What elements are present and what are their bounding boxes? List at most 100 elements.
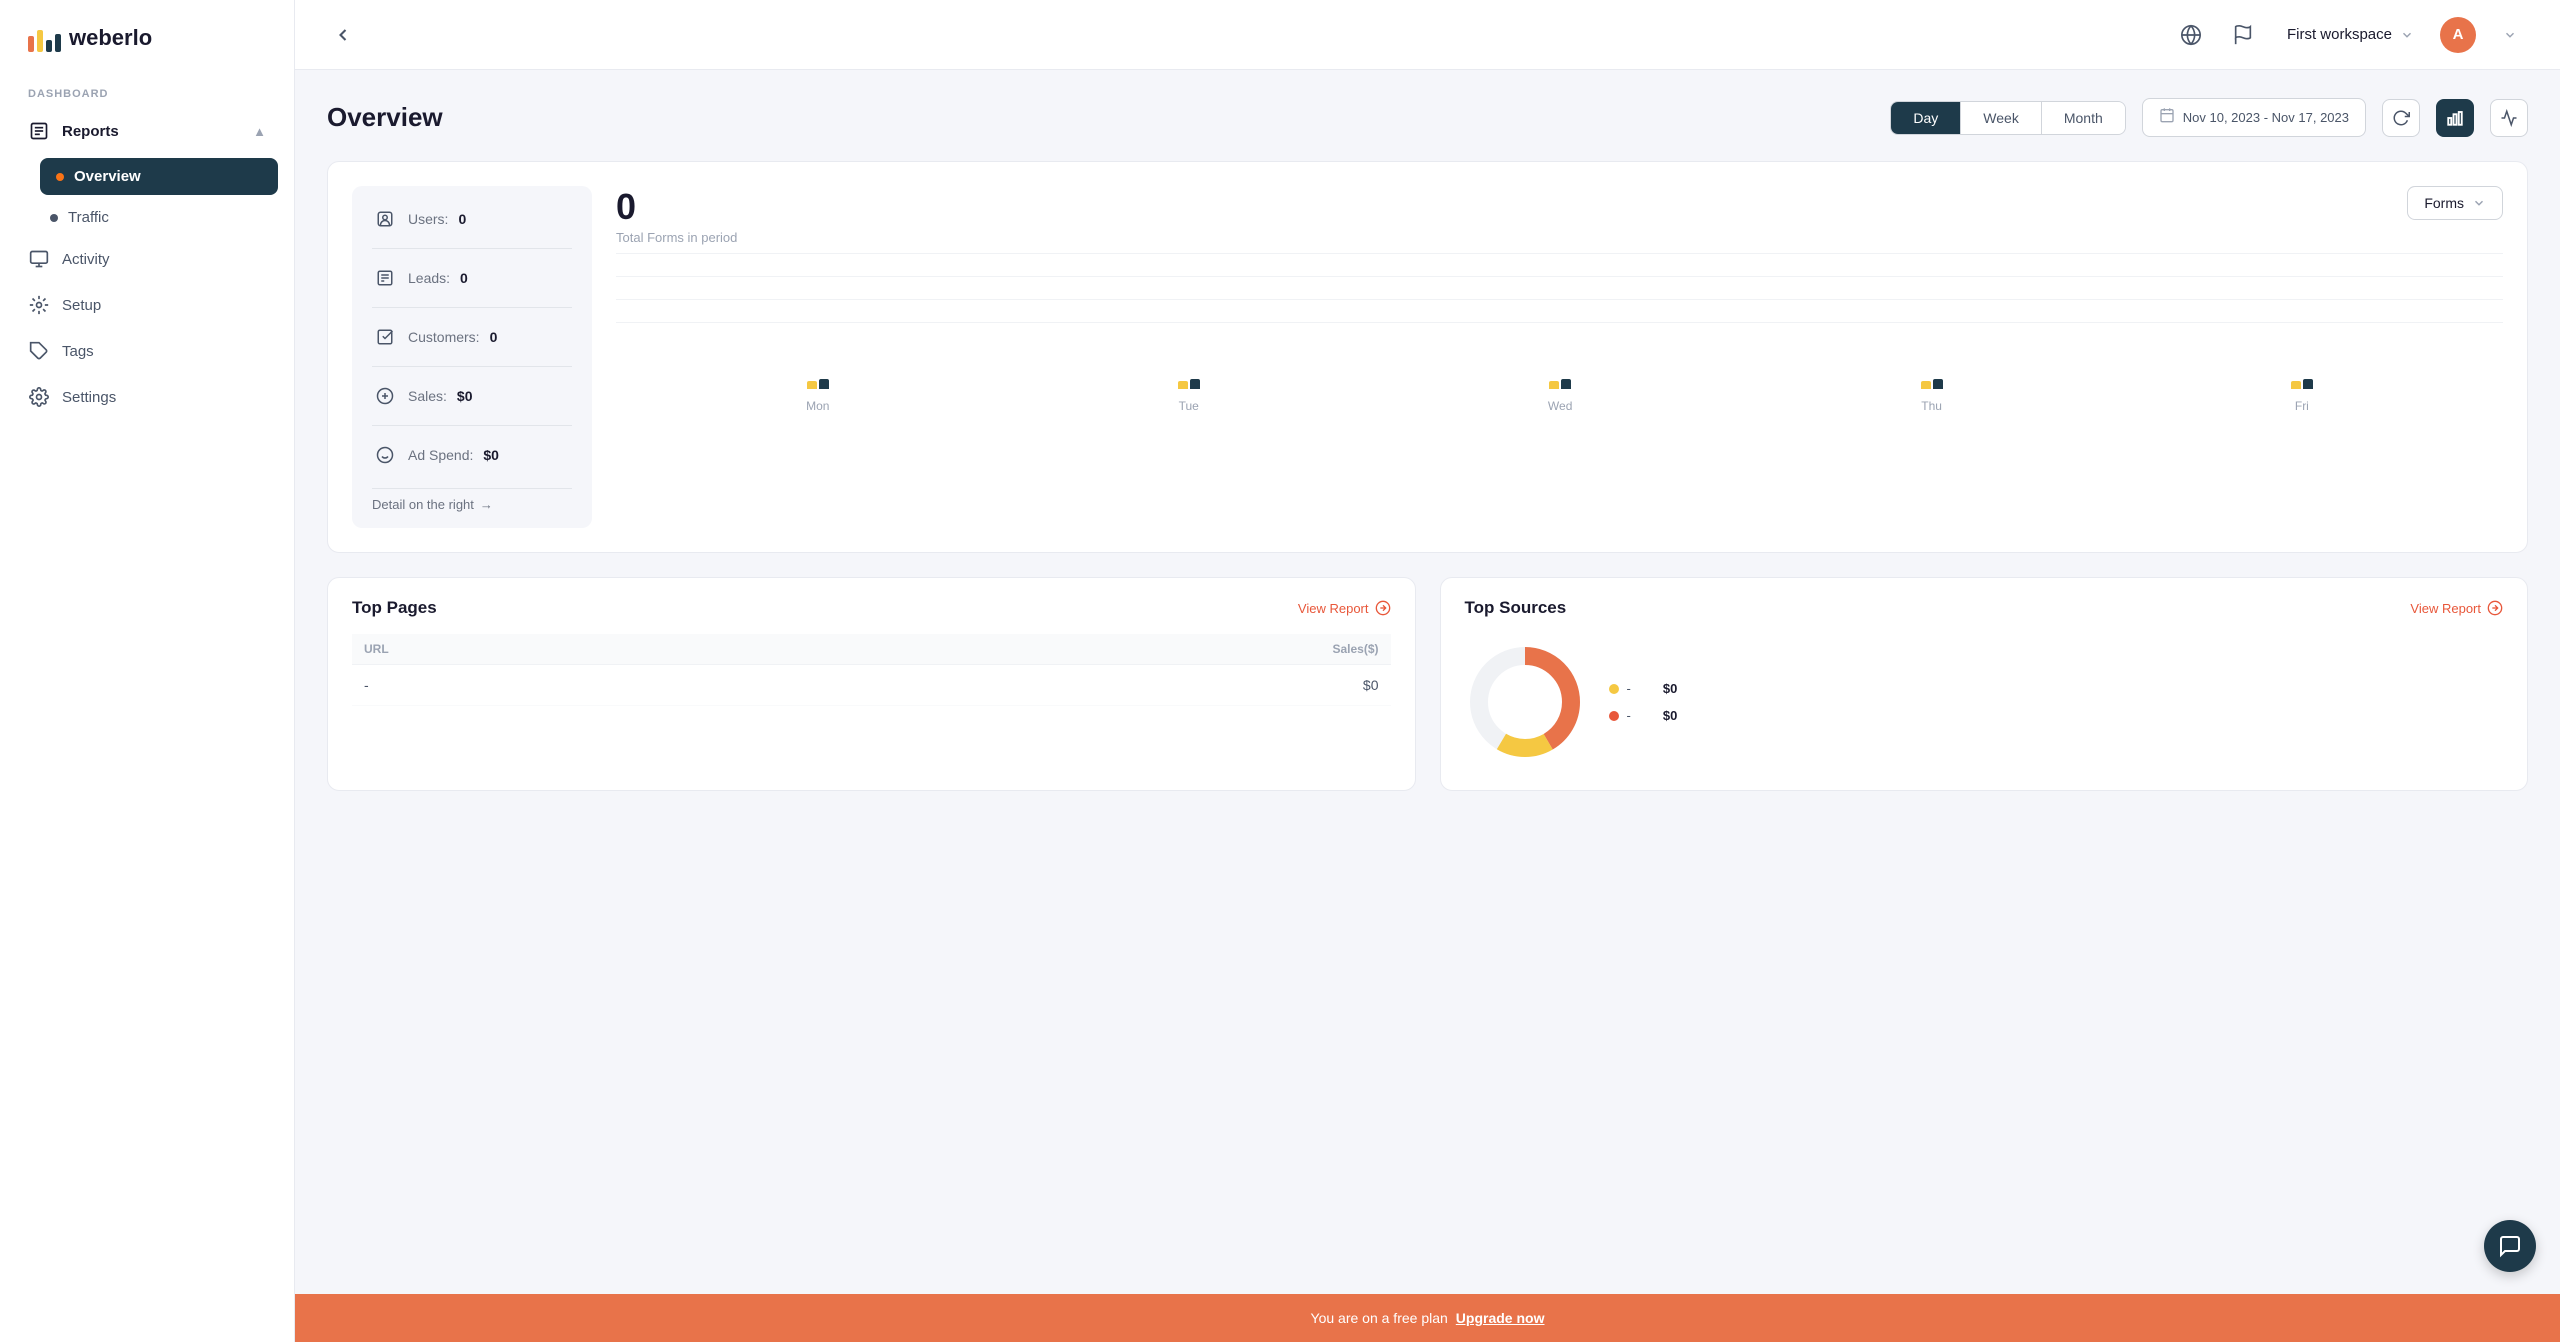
customers-label: Customers:	[408, 329, 480, 345]
chart-dropdown-label: Forms	[2424, 195, 2464, 211]
stat-leads: Leads: 0	[372, 265, 572, 291]
top-sources-view-report[interactable]: View Report	[2410, 600, 2503, 616]
tab-month[interactable]: Month	[2042, 102, 2125, 134]
arrow-right-icon: →	[480, 497, 493, 512]
line-chart-btn[interactable]	[2490, 99, 2528, 137]
chart-area: 0 Total Forms in period Forms	[616, 186, 2503, 528]
page-sales: $0	[778, 665, 1391, 706]
sidebar-item-tags[interactable]: Tags	[0, 328, 294, 374]
divider-1	[372, 248, 572, 249]
banner-text: You are on a free plan	[1311, 1310, 1448, 1326]
top-pages-title: Top Pages	[352, 598, 437, 618]
top-pages-view-report[interactable]: View Report	[1298, 600, 1391, 616]
sidebar-item-traffic[interactable]: Traffic	[50, 199, 294, 236]
day-mon-label: Mon	[806, 399, 829, 413]
free-plan-banner: You are on a free plan Upgrade now	[295, 1294, 2560, 1342]
day-thu-label: Thu	[1921, 399, 1942, 413]
sidebar-sub-reports: Overview Traffic	[0, 154, 294, 236]
sidebar-item-activity[interactable]: Activity	[0, 236, 294, 282]
day-tue-bars	[1178, 379, 1200, 389]
logo-text: weberlo	[69, 25, 152, 51]
bottom-row: Top Pages View Report URL Sales($)	[327, 577, 2528, 791]
logo-bar-2	[37, 30, 43, 52]
setup-icon	[28, 294, 50, 316]
legend-value-1: $0	[1663, 681, 1677, 696]
chart-bars: Mon Tue	[616, 353, 2503, 413]
globe-icon-btn[interactable]	[2173, 17, 2209, 53]
calendar-icon	[2159, 107, 2175, 128]
legend-dot-1	[1609, 684, 1619, 694]
tags-icon	[28, 340, 50, 362]
bar-wed-yellow	[1549, 381, 1559, 389]
chart-header: 0 Total Forms in period Forms	[616, 186, 2503, 245]
detail-link[interactable]: Detail on the right →	[372, 488, 572, 512]
legend-item-2: - $0	[1609, 708, 1678, 723]
bar-thu-yellow	[1921, 381, 1931, 389]
grid-line-3	[616, 299, 2503, 300]
chat-bubble[interactable]	[2484, 1220, 2536, 1272]
chart-subtitle: Total Forms in period	[616, 230, 737, 245]
content-area: Overview Day Week Month Nov 10, 2023 - N…	[295, 70, 2560, 1342]
tab-day[interactable]: Day	[1891, 102, 1961, 134]
main-content: First workspace A Overview Day Week Mont…	[295, 0, 2560, 1342]
legend-item-1: - $0	[1609, 681, 1678, 696]
chart-total-value: 0	[616, 186, 737, 228]
bar-fri-teal	[2303, 379, 2313, 389]
stat-sales: Sales: $0	[372, 383, 572, 409]
date-picker[interactable]: Nov 10, 2023 - Nov 17, 2023	[2142, 98, 2366, 137]
sales-label: Sales:	[408, 388, 447, 404]
reports-icon	[28, 120, 50, 142]
day-mon-bars	[807, 379, 829, 389]
logo-bar-4	[55, 34, 61, 52]
traffic-dot	[50, 214, 58, 222]
user-caret-btn[interactable]	[2492, 17, 2528, 53]
legend-value-2: $0	[1663, 708, 1677, 723]
chart-dropdown[interactable]: Forms	[2407, 186, 2503, 220]
sidebar-item-overview[interactable]: Overview	[40, 158, 278, 195]
upgrade-link[interactable]: Upgrade now	[1456, 1310, 1545, 1326]
view-report-sources-text: View Report	[2410, 601, 2481, 616]
grid-line-4	[616, 322, 2503, 323]
adspend-icon	[372, 442, 398, 468]
chart-totals: 0 Total Forms in period	[616, 186, 737, 245]
leads-label: Leads:	[408, 270, 450, 286]
sales-icon	[372, 383, 398, 409]
sidebar-item-reports[interactable]: Reports ▲	[0, 108, 294, 154]
workspace-selector[interactable]: First workspace	[2277, 20, 2424, 49]
bar-tue-teal	[1190, 379, 1200, 389]
top-pages-table: URL Sales($) - $0	[352, 634, 1391, 706]
bar-thu-teal	[1933, 379, 1943, 389]
users-icon	[372, 206, 398, 232]
activity-label: Activity	[62, 251, 110, 268]
divider-2	[372, 307, 572, 308]
sidebar-item-setup[interactable]: Setup	[0, 282, 294, 328]
adspend-label: Ad Spend:	[408, 447, 473, 463]
date-range-text: Nov 10, 2023 - Nov 17, 2023	[2183, 110, 2349, 125]
flag-icon-btn[interactable]	[2225, 17, 2261, 53]
sidebar-item-settings[interactable]: Settings	[0, 374, 294, 420]
table-row: - $0	[352, 665, 1391, 706]
grid-line-2	[616, 276, 2503, 277]
back-button[interactable]	[327, 19, 359, 51]
sidebar-section-label: DASHBOARD	[0, 76, 294, 108]
overview-dot	[56, 173, 64, 181]
stat-customers: Customers: 0	[372, 324, 572, 350]
workspace-name: First workspace	[2287, 26, 2392, 43]
day-tue-label: Tue	[1179, 399, 1199, 413]
refresh-btn[interactable]	[2382, 99, 2420, 137]
overview-label: Overview	[74, 168, 141, 185]
bar-tue-yellow	[1178, 381, 1188, 389]
avatar[interactable]: A	[2440, 17, 2476, 53]
bar-chart-btn[interactable]	[2436, 99, 2474, 137]
reports-label: Reports	[62, 123, 119, 140]
tab-week[interactable]: Week	[1961, 102, 2042, 134]
top-sources-title: Top Sources	[1465, 598, 1567, 618]
logo-bar-3	[46, 40, 52, 52]
stat-users: Users: 0	[372, 206, 572, 232]
donut-legend: - $0 - $0	[1609, 681, 1678, 723]
donut-chart	[1465, 642, 1585, 762]
col-sales: Sales($)	[778, 634, 1391, 665]
adspend-value: $0	[483, 447, 499, 463]
chart-grid: Mon Tue	[616, 253, 2503, 528]
day-thu: Thu	[1921, 379, 1943, 413]
